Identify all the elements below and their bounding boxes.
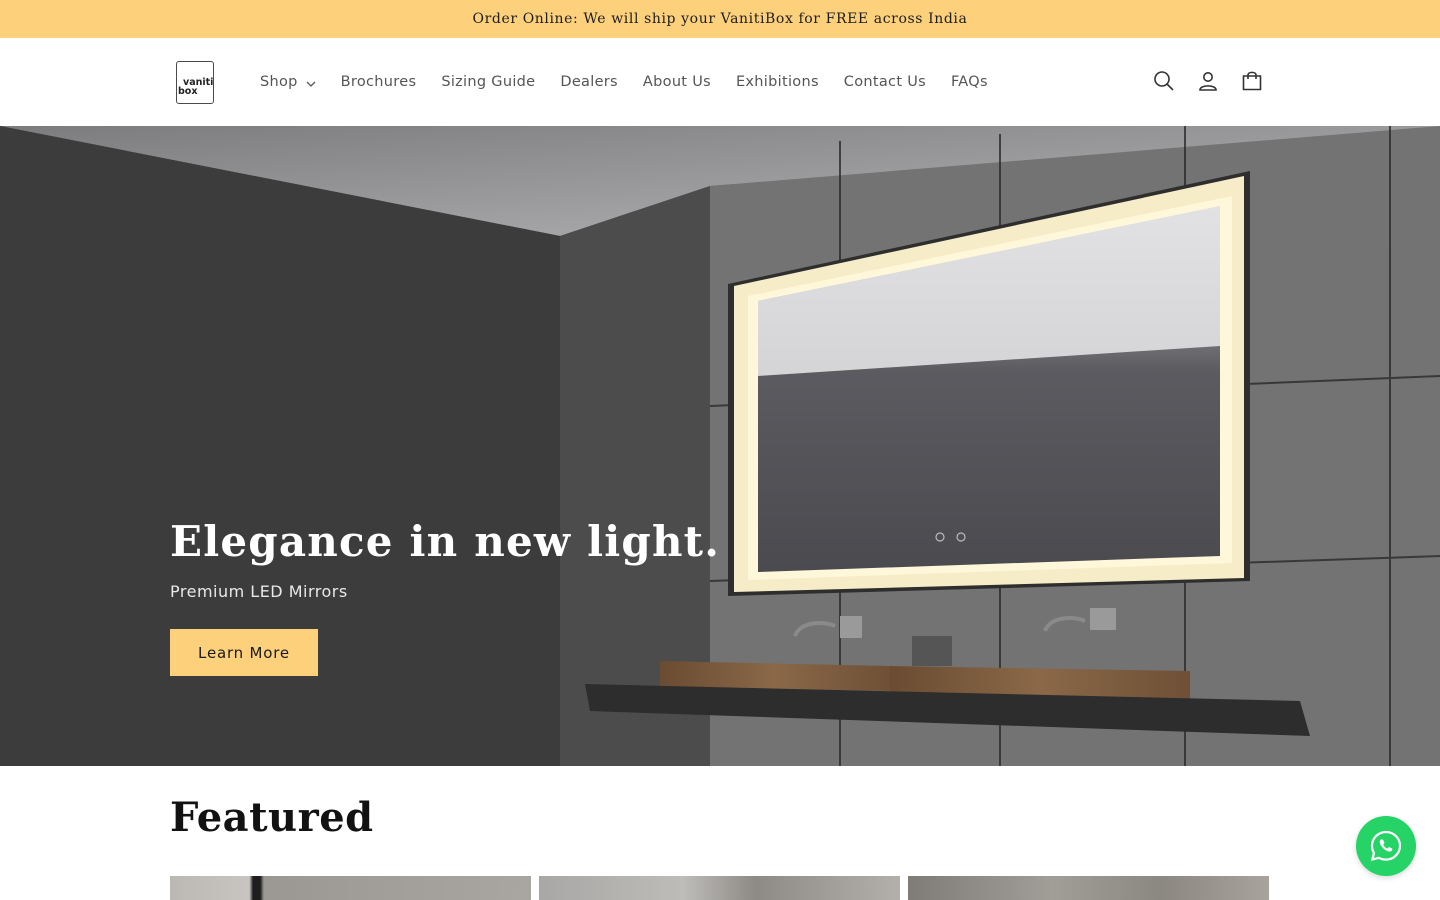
learn-more-button[interactable]: Learn More — [170, 629, 318, 676]
announcement-bar: Order Online: We will ship your VanitiBo… — [0, 0, 1440, 38]
main-nav: Shop Brochures Sizing Guide Dealers Abou… — [260, 38, 1013, 126]
header-icons — [1150, 67, 1282, 95]
chevron-down-icon — [306, 81, 316, 87]
nav-sizing-guide[interactable]: Sizing Guide — [441, 74, 535, 90]
nav-exhibitions-label: Exhibitions — [735, 74, 819, 90]
nav-sizing-guide-label: Sizing Guide — [441, 74, 536, 90]
search-button[interactable] — [1150, 67, 1178, 95]
whatsapp-icon — [1370, 830, 1402, 862]
featured-product-card[interactable] — [539, 876, 900, 900]
announcement-text: Order Online: We will ship your VanitiBo… — [472, 11, 968, 27]
nav-contact-us[interactable]: Contact Us — [844, 74, 926, 90]
hero-banner: Elegance in new light. Premium LED Mirro… — [0, 126, 1440, 766]
cart-button[interactable] — [1238, 67, 1266, 95]
nav-about-us-label: About Us — [642, 74, 711, 90]
hero-title: Elegance in new light. — [170, 517, 721, 566]
nav-dealers[interactable]: Dealers — [560, 74, 618, 90]
nav-exhibitions[interactable]: Exhibitions — [736, 74, 819, 90]
nav-faqs-label: FAQs — [951, 74, 988, 90]
nav-shop-label: Shop — [260, 74, 298, 90]
search-icon — [1154, 71, 1174, 91]
vanitibox-logo[interactable]: vaniti box — [176, 61, 214, 104]
featured-product-card[interactable] — [170, 876, 531, 900]
hero-subtitle: Premium LED Mirrors — [170, 582, 348, 601]
nav-brochures-label: Brochures — [340, 74, 417, 90]
nav-shop[interactable]: Shop — [260, 74, 316, 90]
logo-text-line2: box — [178, 86, 198, 97]
nav-brochures[interactable]: Brochures — [341, 74, 417, 90]
nav-dealers-label: Dealers — [560, 74, 618, 90]
site-header: vaniti box Shop Brochures Sizing Guide D… — [0, 38, 1440, 126]
featured-heading: Featured — [170, 794, 374, 841]
featured-product-grid — [170, 876, 1277, 900]
whatsapp-chat-button[interactable] — [1356, 816, 1416, 876]
nav-faqs[interactable]: FAQs — [951, 74, 988, 90]
account-button[interactable] — [1194, 67, 1222, 95]
account-icon — [1199, 72, 1217, 91]
cart-icon — [1242, 71, 1262, 91]
nav-about-us[interactable]: About Us — [643, 74, 711, 90]
featured-product-card[interactable] — [908, 876, 1269, 900]
nav-contact-us-label: Contact Us — [843, 74, 926, 90]
